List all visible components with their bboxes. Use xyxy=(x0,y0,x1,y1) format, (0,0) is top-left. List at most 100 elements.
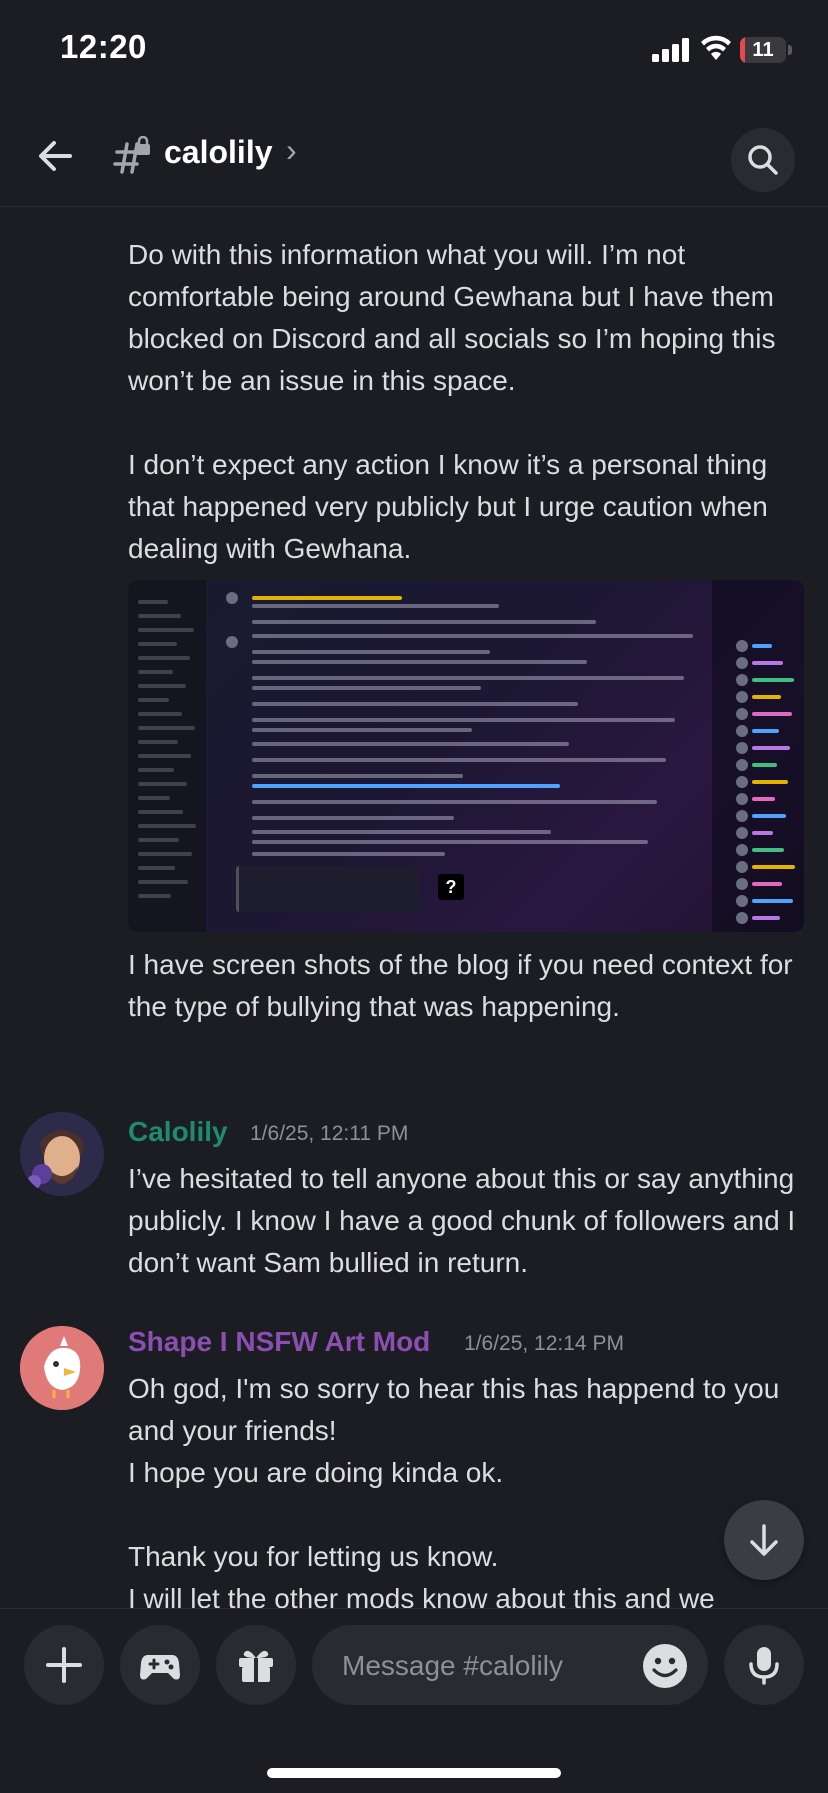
attachment-member-avatar xyxy=(736,759,748,771)
attachment-member-avatar xyxy=(736,878,748,890)
microphone-icon xyxy=(749,1647,779,1685)
message-field[interactable] xyxy=(340,1625,624,1707)
attachment-member-avatar xyxy=(736,861,748,873)
attachment-member-avatar xyxy=(736,725,748,737)
attachment-member-name xyxy=(752,899,793,903)
attachment-text-line xyxy=(252,702,578,706)
attachment-member-list xyxy=(712,580,804,932)
attachment-member-name xyxy=(752,882,782,886)
attachment-member-name xyxy=(752,644,772,648)
channel-header: calolily › xyxy=(0,110,828,207)
hashtag-lock-icon xyxy=(113,136,150,174)
message-paragraph: I’ve hesitated to tell anyone about this… xyxy=(128,1163,796,1278)
attachment-sidebar-line xyxy=(138,838,179,842)
signal-icon xyxy=(652,38,689,62)
gift-button[interactable] xyxy=(216,1625,296,1705)
attachment-member-avatar xyxy=(736,708,748,720)
attachment-text-line xyxy=(252,784,560,788)
attachment-sidebar-line xyxy=(138,754,191,758)
avatar[interactable] xyxy=(20,1112,104,1196)
attachment-member-avatar xyxy=(736,674,748,686)
battery-icon: 11 xyxy=(740,37,792,63)
attachment-sidebar-line xyxy=(138,726,195,730)
screenshot-attachment[interactable]: ? xyxy=(128,580,804,932)
attachment-member-name xyxy=(752,763,777,767)
attachment-sidebar xyxy=(128,580,206,932)
attachment-text-line xyxy=(252,816,454,820)
attachment-sidebar-line xyxy=(138,768,174,772)
jump-to-bottom-button[interactable] xyxy=(724,1500,804,1580)
avatar[interactable] xyxy=(20,1326,104,1410)
attachment-sidebar-line xyxy=(138,880,188,884)
message-paragraph: Oh god, I'm so sorry to hear this has ha… xyxy=(128,1373,780,1608)
attachment-member-avatar xyxy=(736,640,748,652)
message-timestamp: 1/6/25, 12:11 PM xyxy=(250,1122,409,1145)
attachment-sidebar-line xyxy=(138,656,190,660)
message-paragraph: I don’t expect any action I know it’s a … xyxy=(128,449,768,564)
message-content: I’ve hesitated to tell anyone about this… xyxy=(128,1158,808,1284)
message-list[interactable]: Do with this information what you will. … xyxy=(0,208,828,1608)
attachment-sidebar-line xyxy=(138,628,194,632)
attachment-member-name xyxy=(752,848,784,852)
attachment-member-name xyxy=(752,729,779,733)
attachment-member-name xyxy=(752,865,795,869)
attachment-sidebar-line xyxy=(138,670,173,674)
attachment-text-line xyxy=(252,596,402,600)
avatar-image xyxy=(20,1112,104,1196)
battery-level: 11 xyxy=(752,39,774,61)
arrow-left-icon[interactable] xyxy=(30,130,82,182)
gift-icon xyxy=(239,1650,273,1682)
attachment-member-avatar xyxy=(736,810,748,822)
attachment-sidebar-line xyxy=(138,810,183,814)
message-content: Do with this information what you will. … xyxy=(128,234,808,402)
activities-button[interactable] xyxy=(120,1625,200,1705)
question-mark-icon: ? xyxy=(438,874,464,900)
attachment-text-line xyxy=(252,620,596,624)
attachment-text-line xyxy=(252,830,551,834)
home-indicator xyxy=(267,1768,561,1778)
attachment-text-line xyxy=(252,852,445,856)
message-author[interactable]: Calolily xyxy=(128,1116,228,1148)
attachment-member-avatar xyxy=(736,657,748,669)
message-content: I have screen shots of the blog if you n… xyxy=(128,944,808,1028)
channel-name[interactable]: calolily xyxy=(164,134,273,171)
attachment-link-embed xyxy=(236,866,419,912)
voice-message-button[interactable] xyxy=(724,1625,804,1705)
message-paragraph: Do with this information what you will. … xyxy=(128,239,776,396)
attachment-member-name xyxy=(752,695,781,699)
attachment-text-line xyxy=(252,742,569,746)
gamepad-icon xyxy=(140,1655,180,1680)
search-button[interactable] xyxy=(731,128,795,192)
attachment-member-name xyxy=(752,780,788,784)
attachment-text-line xyxy=(252,634,693,638)
avatar-image xyxy=(20,1326,104,1410)
attachment-sidebar-line xyxy=(138,852,192,856)
attachment-sidebar-line xyxy=(138,824,196,828)
attachment-text-line xyxy=(252,840,648,844)
chevron-right-icon[interactable]: › xyxy=(286,132,297,169)
attachment-text-line xyxy=(252,686,481,690)
attachment-sidebar-line xyxy=(138,712,182,716)
status-time: 12:20 xyxy=(60,28,147,65)
attachment-sidebar-line xyxy=(138,684,186,688)
message-input[interactable] xyxy=(312,1625,708,1707)
attachment-member-avatar xyxy=(736,912,748,924)
attachment-text-line xyxy=(252,774,463,778)
attachment-member-name xyxy=(752,916,780,920)
attachment-member-name xyxy=(752,746,790,750)
attachment-member-avatar xyxy=(736,691,748,703)
attachment-member-avatar xyxy=(736,895,748,907)
message-content: Oh god, I'm so sorry to hear this has ha… xyxy=(128,1368,808,1608)
add-attachment-button[interactable] xyxy=(24,1625,104,1705)
attachment-text-line xyxy=(252,650,490,654)
emoji-icon[interactable] xyxy=(642,1643,688,1689)
attachment-sidebar-line xyxy=(138,782,187,786)
attachment-avatar xyxy=(226,592,238,604)
attachment-text-line xyxy=(252,718,675,722)
attachment-member-avatar xyxy=(736,776,748,788)
attachment-sidebar-line xyxy=(138,642,177,646)
message-author[interactable]: Shape I NSFW Art Mod xyxy=(128,1326,430,1358)
attachment-member-name xyxy=(752,831,773,835)
attachment-text-line xyxy=(252,758,666,762)
arrow-down-icon xyxy=(750,1524,778,1556)
